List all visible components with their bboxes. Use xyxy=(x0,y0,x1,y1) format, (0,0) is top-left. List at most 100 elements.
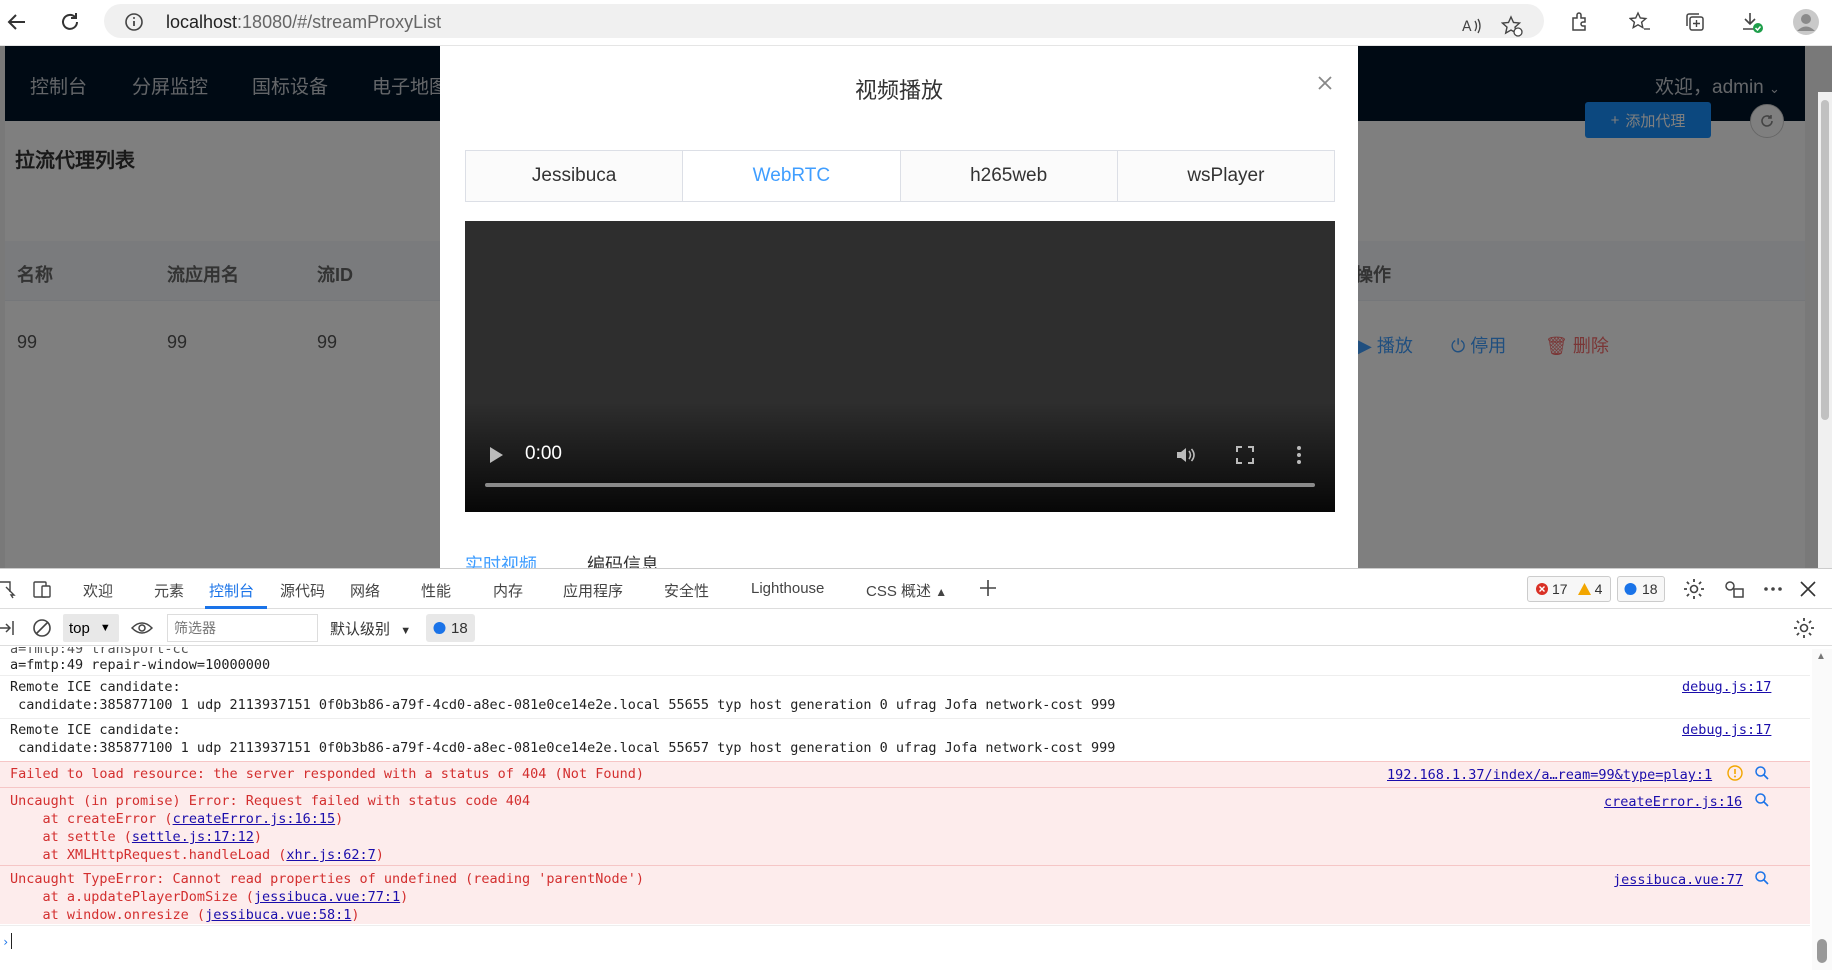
inspect-icon[interactable] xyxy=(0,579,16,604)
device-toolbar-icon[interactable] xyxy=(32,579,54,604)
collections-icon[interactable] xyxy=(1681,8,1709,36)
back-arrow-icon[interactable] xyxy=(2,7,32,37)
extensions-icon[interactable] xyxy=(1566,8,1594,36)
customize-icon[interactable] xyxy=(1723,578,1745,605)
console-scrollbar[interactable]: ▲ xyxy=(1812,649,1832,970)
log-line: Remote ICE candidate: xyxy=(10,679,181,695)
favorite-add-icon[interactable] xyxy=(1498,12,1526,40)
tab-jessibuca[interactable]: Jessibuca xyxy=(466,151,684,201)
devtools-tab-welcome[interactable]: 欢迎 xyxy=(83,580,113,601)
devtools-tab-performance[interactable]: 性能 xyxy=(421,580,451,601)
video-controls-bg xyxy=(465,402,1335,512)
url-path: :18080/#/streamProxyList xyxy=(237,12,442,32)
active-tab-indicator xyxy=(205,606,267,609)
url-text[interactable]: localhost:18080/#/streamProxyList xyxy=(166,12,441,33)
filter-input[interactable] xyxy=(167,614,318,642)
tab-h265web[interactable]: h265web xyxy=(900,151,1118,201)
devtools-tabbar: 欢迎 元素 控制台 源代码 网络 性能 内存 应用程序 安全性 Lighthou… xyxy=(0,569,1832,609)
log-level-select[interactable]: 默认级别 ▼ xyxy=(330,618,411,639)
toolbar-message-badge[interactable]: 18 xyxy=(426,614,475,642)
context-select[interactable]: top ▼ xyxy=(63,614,119,642)
devtools-tab-network[interactable]: 网络 xyxy=(350,580,380,601)
prompt-chevron-icon: › xyxy=(2,935,10,949)
console-scroll-thumb[interactable] xyxy=(1817,939,1827,963)
warning-circle-icon xyxy=(1727,765,1743,785)
source-link[interactable]: 192.168.1.37/index/a…ream=99&type=play:1 xyxy=(1387,767,1712,783)
console-settings-gear-icon[interactable] xyxy=(1793,617,1815,644)
search-icon[interactable] xyxy=(1754,792,1770,812)
tab-webrtc[interactable]: WebRTC xyxy=(683,151,901,201)
source-link[interactable]: debug.js:17 xyxy=(1682,679,1771,695)
settings-gear-icon[interactable] xyxy=(1683,578,1705,605)
devtools-tab-css-overview[interactable]: CSS 概述 ▲ xyxy=(866,580,947,601)
log-line: a=fmtp:49 repair-window=10000000 xyxy=(10,657,271,673)
devtools-tab-sources[interactable]: 源代码 xyxy=(280,580,325,601)
reload-icon[interactable] xyxy=(55,7,85,37)
search-icon[interactable] xyxy=(1754,765,1770,785)
tab-codec-info[interactable]: 编码信息 xyxy=(587,555,659,568)
page-scrollbar[interactable] xyxy=(1818,92,1832,568)
devtools-tab-security[interactable]: 安全性 xyxy=(664,580,709,601)
live-expression-eye-icon[interactable] xyxy=(130,618,154,643)
downloads-icon[interactable] xyxy=(1738,8,1766,36)
web-page: 控制台 分屏监控 国标设备 电子地图 欢迎，admin ⌄ 拉流代理列表 +添加… xyxy=(0,46,1832,568)
stack-prefix: at window.onresize ( xyxy=(10,907,206,923)
stack-suffix: ) xyxy=(253,829,262,845)
stack-link[interactable]: xhr.js:62:7 xyxy=(286,847,375,863)
site-info-icon[interactable] xyxy=(124,12,144,37)
dialog-title: 视频播放 xyxy=(854,78,943,103)
devtools-tab-elements[interactable]: 元素 xyxy=(154,580,184,601)
css-overview-label: CSS 概述 xyxy=(866,583,932,600)
stack-line: at settle (settle.js:17:12) xyxy=(10,829,262,845)
info-tabs: 实时视频 编码信息 xyxy=(465,551,659,568)
more-options-icon[interactable] xyxy=(1295,445,1303,470)
stack-line: at window.onresize (jessibuca.vue:58:1) xyxy=(10,907,360,923)
console-input-caret[interactable] xyxy=(11,933,12,949)
tab-live-video[interactable]: 实时视频 xyxy=(465,555,537,568)
issue-counts[interactable]: 17 4 xyxy=(1527,576,1612,602)
read-aloud-icon[interactable]: A xyxy=(1458,12,1486,40)
search-icon[interactable] xyxy=(1754,870,1770,890)
log-separator xyxy=(0,675,1810,676)
source-link[interactable]: jessibuca.vue:77 xyxy=(1613,872,1743,888)
play-icon[interactable] xyxy=(487,445,505,470)
log-line: candidate:385877100 1 udp 2113937151 0f0… xyxy=(10,740,1116,756)
stack-link[interactable]: jessibuca.vue:77:1 xyxy=(254,889,400,905)
sidebar-toggle-icon[interactable] xyxy=(0,619,14,642)
devtools-tab-lighthouse[interactable]: Lighthouse xyxy=(751,580,824,597)
close-icon[interactable] xyxy=(1314,72,1336,94)
stack-line: at XMLHttpRequest.handleLoad (xhr.js:62:… xyxy=(10,847,384,863)
message-count-value: 18 xyxy=(1642,581,1658,597)
page-scroll-thumb[interactable] xyxy=(1821,100,1829,420)
clear-console-icon[interactable] xyxy=(32,618,52,643)
tab-wsplayer[interactable]: wsPlayer xyxy=(1117,151,1334,201)
scroll-up-arrow-icon[interactable]: ▲ xyxy=(1816,651,1826,662)
message-count[interactable]: 18 xyxy=(1617,576,1665,602)
devtools-tab-console[interactable]: 控制台 xyxy=(209,580,254,601)
favorites-icon[interactable] xyxy=(1626,8,1654,36)
devtools-tab-memory[interactable]: 内存 xyxy=(493,580,523,601)
stack-line: at a.updatePlayerDomSize (jessibuca.vue:… xyxy=(10,889,409,905)
volume-icon[interactable] xyxy=(1175,445,1197,470)
browser-toolbar: localhost:18080/#/streamProxyList A xyxy=(0,0,1832,46)
video-player[interactable]: 0:00 xyxy=(465,221,1335,512)
console-output: a=fmtp:49 transport-cc a=fmtp:49 repair-… xyxy=(0,647,1810,970)
profile-avatar-icon[interactable] xyxy=(1792,8,1820,36)
stack-link[interactable]: settle.js:17:12 xyxy=(132,829,254,845)
more-menu-icon[interactable] xyxy=(1762,578,1784,605)
video-progress-bar[interactable] xyxy=(485,483,1315,487)
stack-prefix: at XMLHttpRequest.handleLoad ( xyxy=(10,847,287,863)
stack-link[interactable]: jessibuca.vue:58:1 xyxy=(205,907,351,923)
close-devtools-icon[interactable] xyxy=(1797,578,1819,605)
address-bar[interactable]: localhost:18080/#/streamProxyList A xyxy=(104,4,1544,38)
source-link[interactable]: debug.js:17 xyxy=(1682,722,1771,738)
devtools-tab-application[interactable]: 应用程序 xyxy=(563,580,623,601)
stack-prefix: at a.updatePlayerDomSize ( xyxy=(10,889,254,905)
devtools-panel: 欢迎 元素 控制台 源代码 网络 性能 内存 应用程序 安全性 Lighthou… xyxy=(0,568,1832,970)
error-count: 17 xyxy=(1552,581,1568,597)
stack-link[interactable]: createError.js:16:15 xyxy=(173,811,336,827)
add-tab-icon[interactable] xyxy=(977,577,999,604)
fullscreen-icon[interactable] xyxy=(1235,445,1255,470)
error-message: Uncaught TypeError: Cannot read properti… xyxy=(10,871,644,887)
source-link[interactable]: createError.js:16 xyxy=(1604,794,1742,810)
